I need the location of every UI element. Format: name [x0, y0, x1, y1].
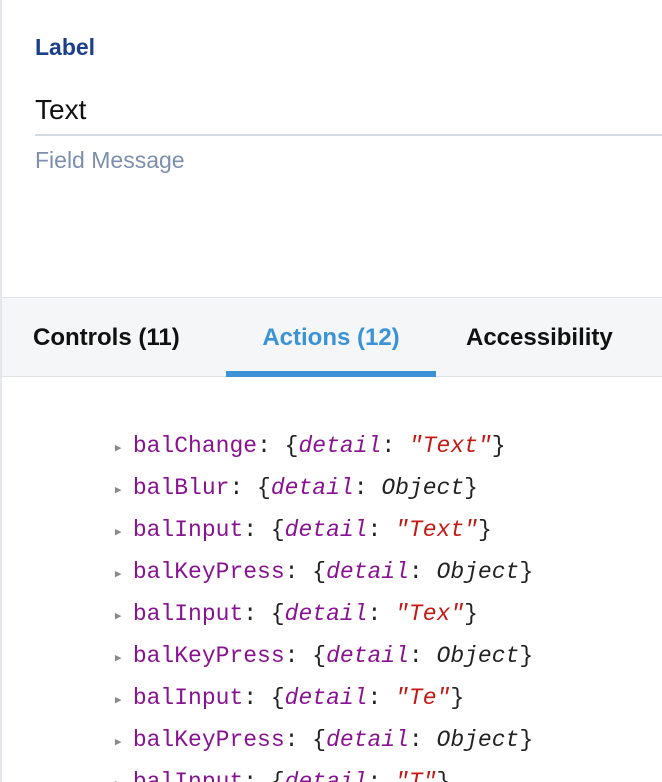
- addon-tab-bar: Controls (11) Actions (12) Accessibility: [2, 297, 662, 377]
- action-log: ▶ balChange: {detail: "Text"} ▶ balBlur: {…: [2, 377, 662, 782]
- tab-controls[interactable]: Controls (11): [33, 298, 180, 377]
- storybook-frame: Label Field Message Controls (11) Action…: [0, 0, 662, 782]
- action-log-row[interactable]: ▶ balChange: {detail: "Text"}: [32, 401, 506, 459]
- action-key: detail: [284, 769, 368, 782]
- action-log-row[interactable]: ▶ balKeyPress: {detail: Object}: [32, 527, 533, 585]
- field-label: Label: [35, 34, 96, 60]
- field-message: Field Message: [35, 147, 185, 173]
- action-log-row[interactable]: ▶ balKeyPress: {detail: Object}: [32, 695, 533, 753]
- action-log-row[interactable]: ▶ balBlur: {detail: Object}: [32, 443, 478, 501]
- action-name: balInput: [132, 769, 244, 782]
- tab-actions[interactable]: Actions (12): [226, 298, 436, 377]
- text-input[interactable]: [35, 86, 662, 136]
- action-log-row[interactable]: ▶ balInput: {detail: "Text"}: [32, 485, 492, 543]
- tab-accessibility[interactable]: Accessibility: [466, 298, 613, 377]
- action-log-row[interactable]: ▶balInput: {detail: "T"}: [32, 737, 451, 782]
- action-value: "T": [395, 769, 437, 782]
- action-log-row[interactable]: ▶ balInput: {detail: "Tex"}: [32, 569, 478, 627]
- action-log-row[interactable]: ▶ balInput: {detail: "Te"}: [32, 653, 464, 711]
- expand-arrow-icon[interactable]: ▶: [115, 770, 133, 782]
- action-log-row[interactable]: ▶ balKeyPress: {detail: Object}: [32, 611, 533, 669]
- component-preview: Label Field Message: [2, 0, 662, 297]
